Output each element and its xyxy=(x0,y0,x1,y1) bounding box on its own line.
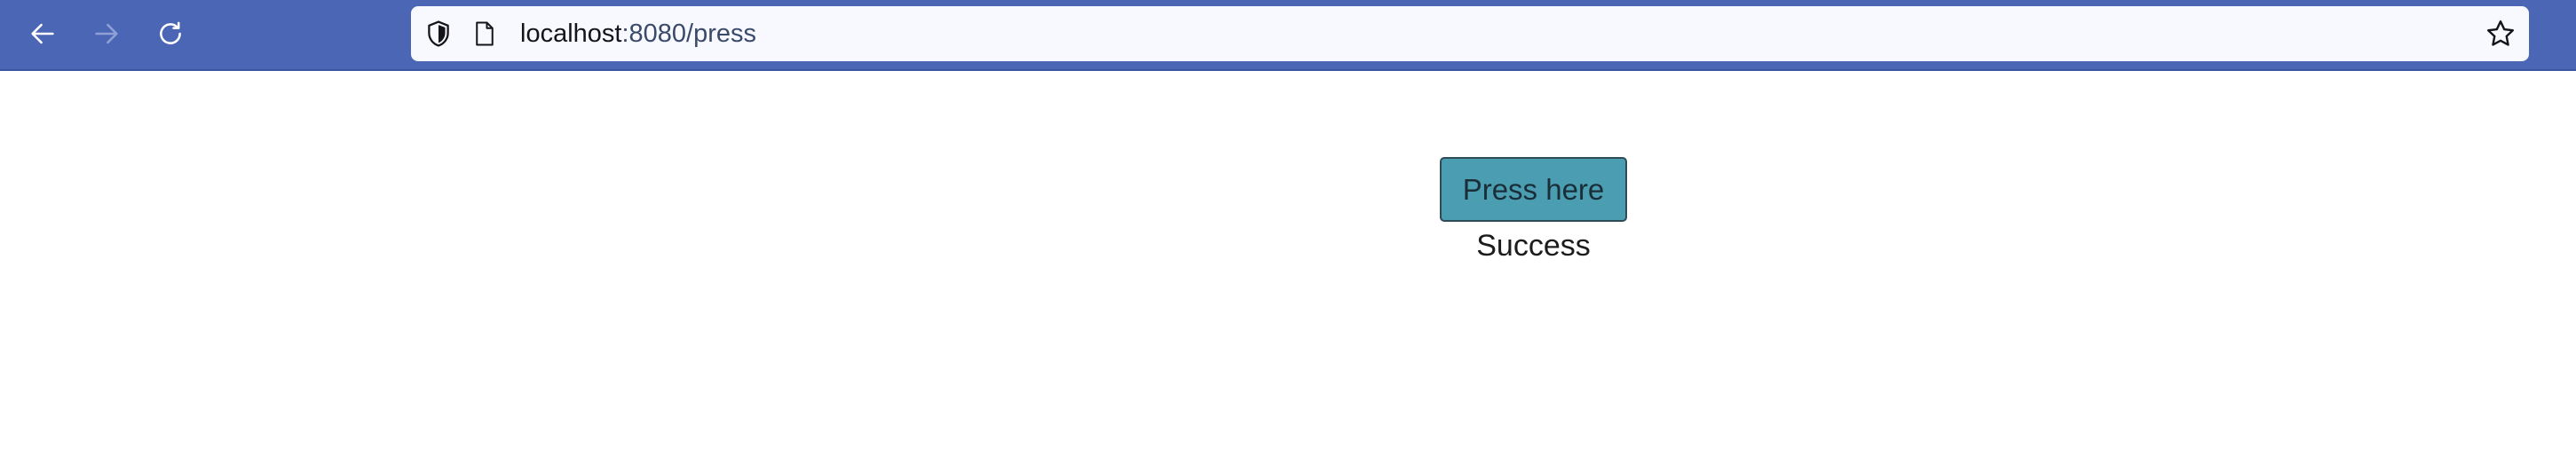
back-button[interactable] xyxy=(25,16,60,51)
forward-arrow-icon xyxy=(95,23,118,44)
url-path: :8080/press xyxy=(621,20,757,48)
status-text: Success xyxy=(1476,229,1591,263)
star-icon[interactable] xyxy=(2485,18,2517,50)
back-arrow-icon xyxy=(31,23,54,44)
page-icon xyxy=(476,21,494,46)
address-bar[interactable]: localhost:8080/press xyxy=(411,6,2529,61)
browser-toolbar: localhost:8080/press xyxy=(0,0,2576,71)
shield-icon[interactable] xyxy=(423,19,454,49)
url-text[interactable]: localhost:8080/press xyxy=(520,6,756,61)
forward-button[interactable] xyxy=(89,16,124,51)
reload-button[interactable] xyxy=(153,16,188,51)
reload-icon xyxy=(160,21,181,44)
url-host: localhost xyxy=(520,20,622,48)
press-here-button[interactable]: Press here xyxy=(1440,157,1627,222)
